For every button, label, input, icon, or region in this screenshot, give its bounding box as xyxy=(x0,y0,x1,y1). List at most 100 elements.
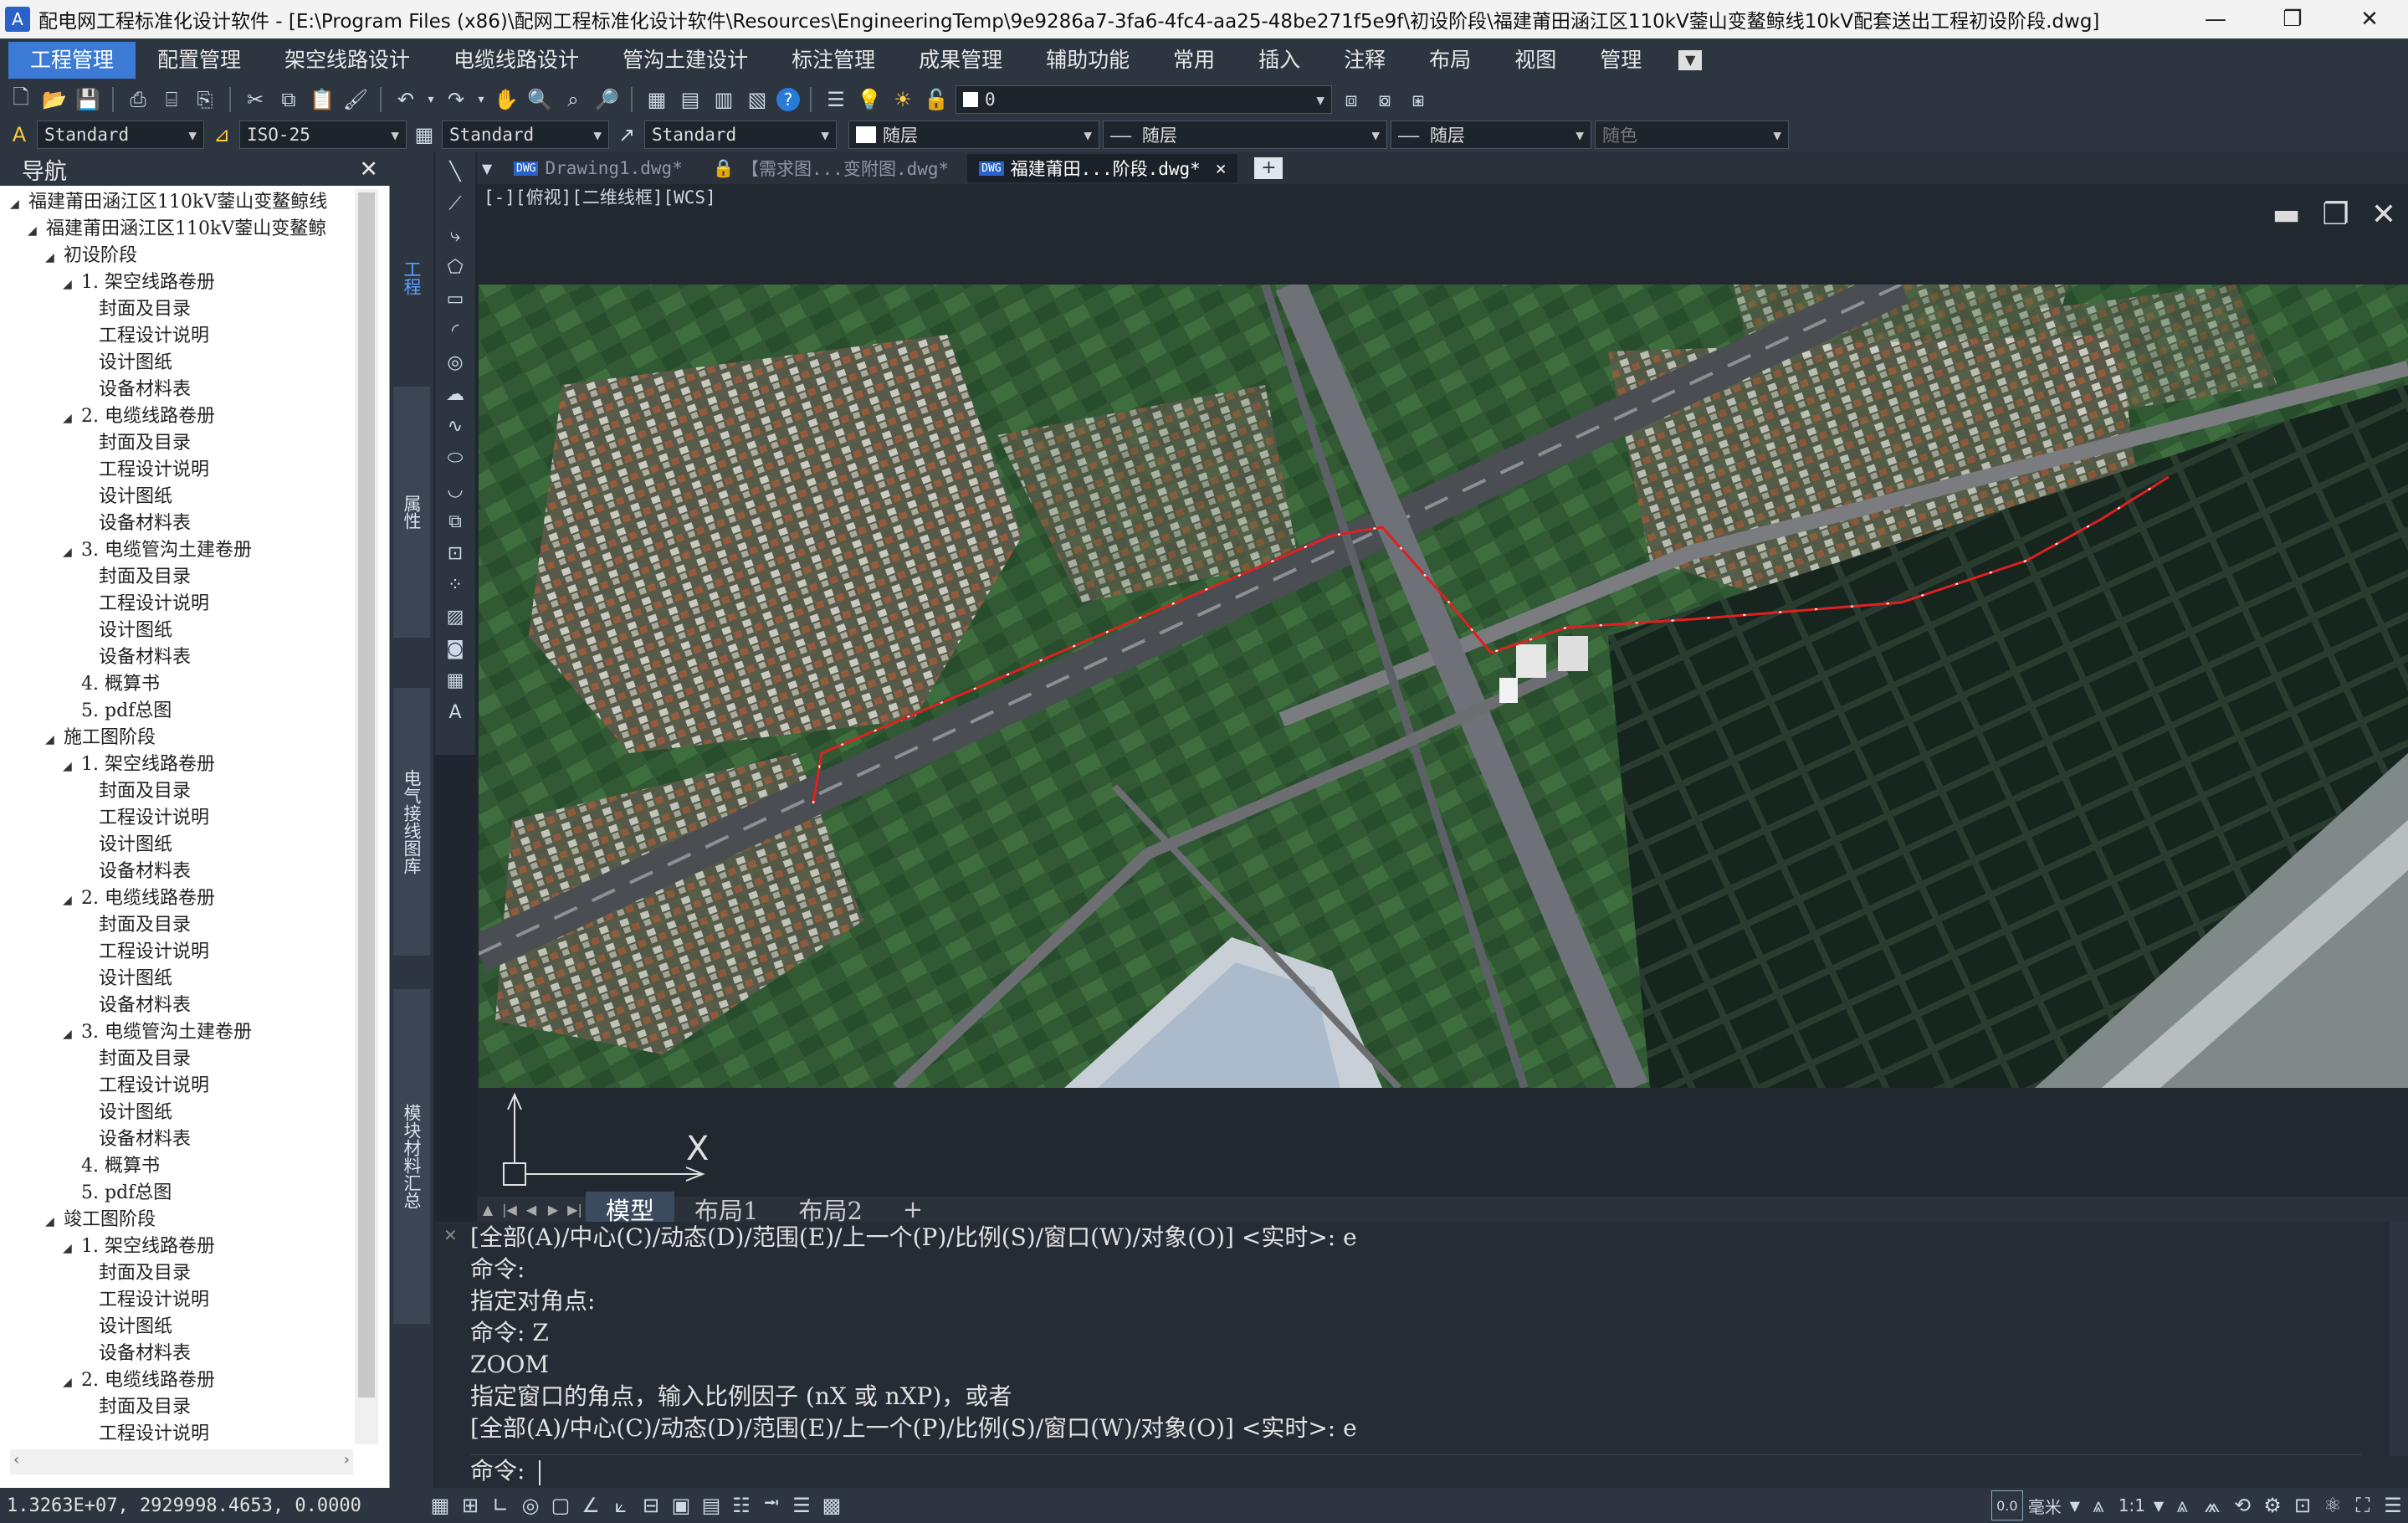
menu-item[interactable]: 插入 xyxy=(1237,42,1322,79)
expand-triangle-icon[interactable]: ◢ xyxy=(10,191,28,218)
scrollbar-thumb[interactable] xyxy=(358,192,375,1397)
menu-item[interactable]: 注释 xyxy=(1322,42,1407,79)
layer-state-icon[interactable]: ⧇ xyxy=(1371,85,1399,114)
expand-triangle-icon[interactable]: ◢ xyxy=(45,726,64,753)
viewport-minimize-icon[interactable]: ▬ xyxy=(2272,197,2301,232)
ellipse-icon[interactable]: ⬭ xyxy=(440,444,470,472)
last-tab-icon[interactable]: ▶| xyxy=(564,1202,586,1218)
menu-item[interactable]: 标注管理 xyxy=(770,42,897,79)
tree-vertical-scrollbar[interactable] xyxy=(355,189,378,1444)
expand-triangle-icon[interactable]: ◢ xyxy=(45,1208,64,1235)
tree-node[interactable]: 工程设计说明 xyxy=(10,1287,353,1314)
viewport-restore-icon[interactable]: ❐ xyxy=(2323,197,2349,232)
unit-label[interactable]: 毫米 xyxy=(2028,1494,2062,1518)
workspace-switch-icon[interactable]: ⟲ xyxy=(2227,1491,2257,1520)
annotation-monitor-icon[interactable]: ☰ xyxy=(786,1491,817,1520)
menu-item[interactable]: 电缆线路设计 xyxy=(432,42,601,79)
object-snap-icon[interactable]: ▢ xyxy=(546,1491,576,1520)
customize-menu-icon[interactable]: ☰ xyxy=(2378,1491,2408,1520)
document-tab[interactable]: 🔒 【需求图...变附图.dwg* xyxy=(701,154,961,182)
coordinate-readout[interactable]: 1.3263E+07, 2929998.4653, 0.0000 xyxy=(0,1495,425,1516)
tree-node[interactable]: ◢ 竣工图阶段 xyxy=(10,1207,353,1233)
layer-color-dropdown[interactable]: 随层 ▼ xyxy=(848,121,1099,149)
multiline-text-icon[interactable]: A xyxy=(440,698,470,726)
table-icon[interactable]: ▦ xyxy=(440,666,470,695)
zoom-previous-icon[interactable]: 🔎 xyxy=(592,85,621,114)
lineweight-display-icon[interactable]: ▣ xyxy=(666,1491,696,1520)
properties-icon[interactable]: ▦ xyxy=(643,85,671,114)
side-tab[interactable]: 属性 xyxy=(393,387,430,638)
tree-node[interactable]: ◢ 福建莆田涵江区110kV蓥山变鳌鲸 xyxy=(10,216,353,243)
side-tab[interactable]: 工程 xyxy=(393,186,430,370)
dynamic-ucs-icon[interactable]: ⟀ xyxy=(606,1491,636,1520)
tree-node[interactable]: ◢ 3. 电缆管沟土建卷册 xyxy=(10,537,353,564)
model-space-icon[interactable]: ▩ xyxy=(817,1491,847,1520)
tree-node[interactable]: 设计图纸 xyxy=(10,484,353,510)
plot-style-dropdown[interactable]: 随色 ▼ xyxy=(1595,121,1789,149)
tree-node[interactable]: 5. pdf总图 xyxy=(10,1180,353,1207)
menu-item[interactable]: 布局 xyxy=(1407,42,1493,79)
menu-item[interactable]: 架空线路设计 xyxy=(263,42,432,79)
cut-icon[interactable]: ✂ xyxy=(241,85,269,114)
tree-node[interactable]: ◢ 福建莆田涵江区110kV蓥山变鳌鲸线 xyxy=(10,189,353,216)
scroll-left-icon[interactable]: ‹ xyxy=(13,1451,19,1469)
polygon-icon[interactable]: ⬠ xyxy=(440,253,470,281)
tree-horizontal-scrollbar[interactable]: ‹ › xyxy=(10,1449,353,1474)
tree-node[interactable]: 设备材料表 xyxy=(10,1126,353,1153)
tree-node[interactable]: 设备材料表 xyxy=(10,377,353,403)
dim-style-dropdown[interactable]: ISO-25 ▼ xyxy=(239,121,407,149)
tree-node[interactable]: 4. 概算书 xyxy=(10,1153,353,1180)
menu-item[interactable]: 工程管理 xyxy=(8,42,136,79)
help-icon[interactable]: ? xyxy=(776,88,800,111)
linetype-dropdown[interactable]: —— 随层 ▼ xyxy=(1103,121,1387,149)
circle-icon[interactable]: ◎ xyxy=(440,348,470,377)
tree-node[interactable]: 设计图纸 xyxy=(10,618,353,644)
annotation-scale-label[interactable]: 1:1 xyxy=(2119,1495,2145,1515)
tree-node[interactable]: 设备材料表 xyxy=(10,644,353,671)
tree-node[interactable]: ◢ 1. 架空线路卷册 xyxy=(10,269,353,296)
expand-triangle-icon[interactable]: ◢ xyxy=(63,887,81,914)
tree-node[interactable]: 封面及目录 xyxy=(10,1260,353,1287)
close-button[interactable]: ✕ xyxy=(2331,0,2408,38)
mleader-style-dropdown[interactable]: Standard ▼ xyxy=(644,121,837,149)
isolate-objects-icon[interactable]: ⚛ xyxy=(2318,1491,2348,1520)
save-icon[interactable]: 💾 xyxy=(74,85,102,114)
tree-node[interactable]: ◢ 2. 电缆线路卷册 xyxy=(10,885,353,912)
tree-node[interactable]: 设备材料表 xyxy=(10,859,353,885)
zoom-window-icon[interactable]: ⌕ xyxy=(559,85,587,114)
plot-icon[interactable]: ⎘ xyxy=(191,85,219,114)
dynamic-input-icon[interactable]: ⊟ xyxy=(636,1491,666,1520)
quick-properties-icon[interactable]: ☷ xyxy=(726,1491,756,1520)
tree-node[interactable]: 5. pdf总图 xyxy=(10,698,353,725)
scale-dropdown-icon[interactable]: ▼ xyxy=(2150,1491,2167,1520)
rectangle-icon[interactable]: ▭ xyxy=(440,285,470,313)
polar-tracking-icon[interactable]: ◎ xyxy=(515,1491,546,1520)
tree-node[interactable]: 工程设计说明 xyxy=(10,323,353,350)
expand-triangle-icon[interactable]: ◢ xyxy=(45,244,64,271)
fullscreen-icon[interactable]: ⛶ xyxy=(2348,1491,2378,1520)
tree-node[interactable]: 封面及目录 xyxy=(10,912,353,939)
open-folder-icon[interactable]: 📂 xyxy=(40,85,69,114)
menu-item[interactable]: 常用 xyxy=(1151,42,1237,79)
menu-item[interactable]: 成果管理 xyxy=(897,42,1024,79)
menu-item[interactable]: 配置管理 xyxy=(136,42,263,79)
tree-node[interactable]: 设计图纸 xyxy=(10,1100,353,1126)
units-dropdown-icon[interactable]: ▼ xyxy=(2067,1491,2083,1520)
line-icon[interactable]: ╲ xyxy=(440,157,470,186)
tree-node[interactable]: 设备材料表 xyxy=(10,992,353,1019)
redo-icon[interactable]: ↷ xyxy=(442,85,470,114)
grid-display-icon[interactable]: ▦ xyxy=(425,1491,455,1520)
command-window-close-icon[interactable]: ✕ xyxy=(443,1225,458,1245)
expand-triangle-icon[interactable]: ◢ xyxy=(63,271,81,298)
ribbon-collapse-icon[interactable]: ▼ xyxy=(1678,50,1703,70)
expand-triangle-icon[interactable]: ◢ xyxy=(63,405,81,432)
menu-item[interactable]: 管沟土建设计 xyxy=(601,42,770,79)
tree-node[interactable]: ◢ 2. 电缆线路卷册 xyxy=(10,403,353,430)
layer-lock-icon[interactable]: 🔓 xyxy=(922,85,950,114)
snap-mode-icon[interactable]: ⊞ xyxy=(455,1491,485,1520)
zoom-realtime-icon[interactable]: 🔍 xyxy=(525,85,554,114)
expand-triangle-icon[interactable]: ◢ xyxy=(63,1021,81,1048)
command-scrollbar[interactable] xyxy=(2390,1222,2408,1456)
menu-item[interactable]: 管理 xyxy=(1578,42,1663,79)
units-icon[interactable]: 0.0 xyxy=(1990,1490,2023,1520)
